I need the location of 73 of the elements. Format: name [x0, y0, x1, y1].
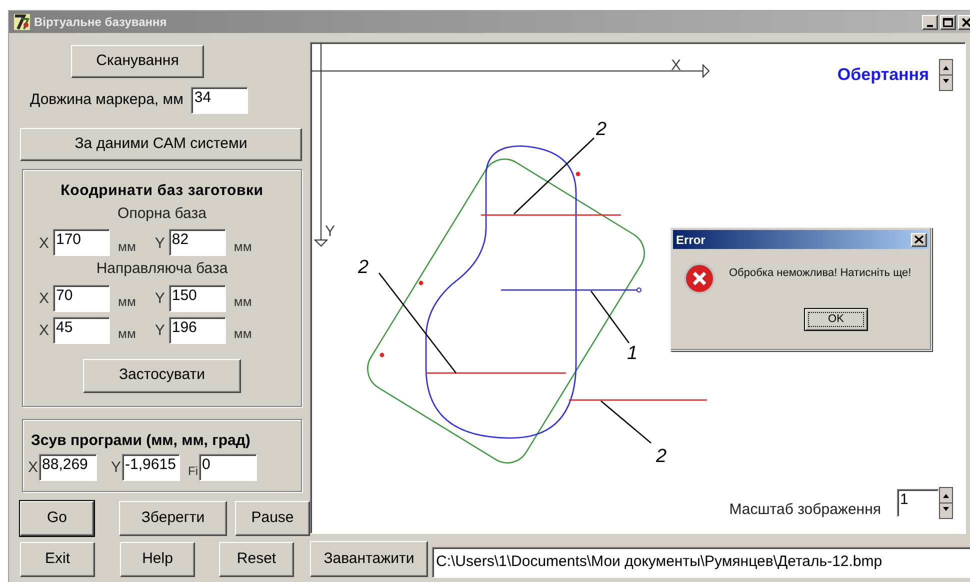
close-icon: [914, 235, 924, 244]
axis-label: X: [38, 289, 50, 309]
input-field[interactable]: 170: [53, 229, 110, 256]
callout-number: 2: [596, 119, 607, 140]
group-title: Коодринати баз заготовки: [60, 181, 264, 201]
maximize-icon: [943, 18, 953, 26]
axis-label: Y: [154, 289, 166, 309]
close-button[interactable]: [911, 232, 927, 246]
input-field[interactable]: 196: [168, 316, 226, 344]
input-field[interactable]: -1,9615: [122, 454, 180, 480]
axis-label: Y: [154, 234, 166, 254]
action-button[interactable]: Help: [120, 542, 195, 577]
dialog-title: Error: [676, 232, 706, 248]
action-button[interactable]: Pause: [235, 501, 310, 536]
action-button[interactable]: Exit: [20, 542, 95, 577]
error-icon: [683, 262, 716, 295]
callout-number: 2: [358, 257, 369, 278]
axis-label: Y: [111, 458, 122, 478]
marker-point: [576, 172, 580, 176]
close-button[interactable]: [958, 14, 970, 30]
input-field[interactable]: 0: [199, 454, 258, 480]
input-field[interactable]: 34: [191, 87, 248, 114]
field-label: Довжина маркера, мм: [30, 90, 184, 110]
axis-label: X: [28, 458, 38, 478]
spin-arrows-icon: [939, 486, 953, 519]
unit-label: мм: [118, 293, 136, 311]
input-field[interactable]: 88,269: [39, 454, 98, 480]
minimize-icon: [927, 24, 933, 26]
axis-label: Fi: [188, 462, 198, 480]
callout-number: 2: [656, 446, 667, 467]
unit-label: мм: [234, 238, 252, 256]
scale-label: Масштаб зображення: [729, 500, 881, 520]
minimize-button[interactable]: [922, 14, 938, 30]
callout-number: 1: [627, 343, 638, 364]
unit-label: мм: [234, 325, 252, 343]
scan-button[interactable]: Сканування: [71, 45, 204, 78]
action-button[interactable]: Go: [20, 501, 94, 536]
axis-label: X: [38, 234, 50, 254]
scale-field[interactable]: 1: [897, 488, 939, 517]
rotation-label: Обертання: [837, 64, 929, 86]
load-button[interactable]: Завантажити: [310, 541, 428, 577]
leader-line: [600, 400, 652, 444]
axis-label: X: [38, 321, 50, 341]
close-icon: [962, 18, 970, 26]
app-logo-icon: [13, 13, 31, 31]
marker-point: [380, 352, 384, 358]
action-button[interactable]: Зберегти: [119, 501, 227, 536]
group-title: Зсув програми (мм, мм, град): [31, 431, 252, 451]
unit-label: мм: [118, 325, 136, 343]
apply-button[interactable]: Застосувати: [83, 358, 241, 392]
spin-arrows-icon: [939, 59, 953, 91]
input-field[interactable]: 45: [53, 316, 110, 344]
dialog-message: Обробка неможлива! Натисніть ще!: [729, 266, 912, 282]
spinner-control[interactable]: [939, 486, 953, 519]
window-title: Віртуальне базування: [34, 14, 167, 31]
spinner-control[interactable]: [939, 59, 953, 91]
section-label: Опорна база: [118, 204, 206, 224]
leader-line: [590, 290, 630, 344]
axis-label: Y: [154, 321, 166, 341]
input-field[interactable]: 150: [168, 284, 226, 312]
ok-button[interactable]: OK: [804, 308, 868, 331]
marker-point: [418, 280, 424, 286]
maximize-button[interactable]: [940, 14, 956, 30]
axis-label: Y: [325, 223, 336, 240]
input-field[interactable]: 70: [53, 284, 110, 312]
file-path-field[interactable]: C:\Users\1\Documents\Мои документы\Румянцев\Деталь-12.bmp: [432, 547, 970, 578]
unit-label: мм: [234, 293, 252, 311]
cam-button[interactable]: За даними САМ системи: [20, 128, 302, 161]
axis-label: X: [671, 57, 682, 74]
action-button[interactable]: Reset: [219, 542, 294, 577]
section-label: Направляюча база: [96, 259, 228, 279]
input-field[interactable]: 82: [168, 229, 226, 256]
unit-label: мм: [118, 238, 136, 256]
